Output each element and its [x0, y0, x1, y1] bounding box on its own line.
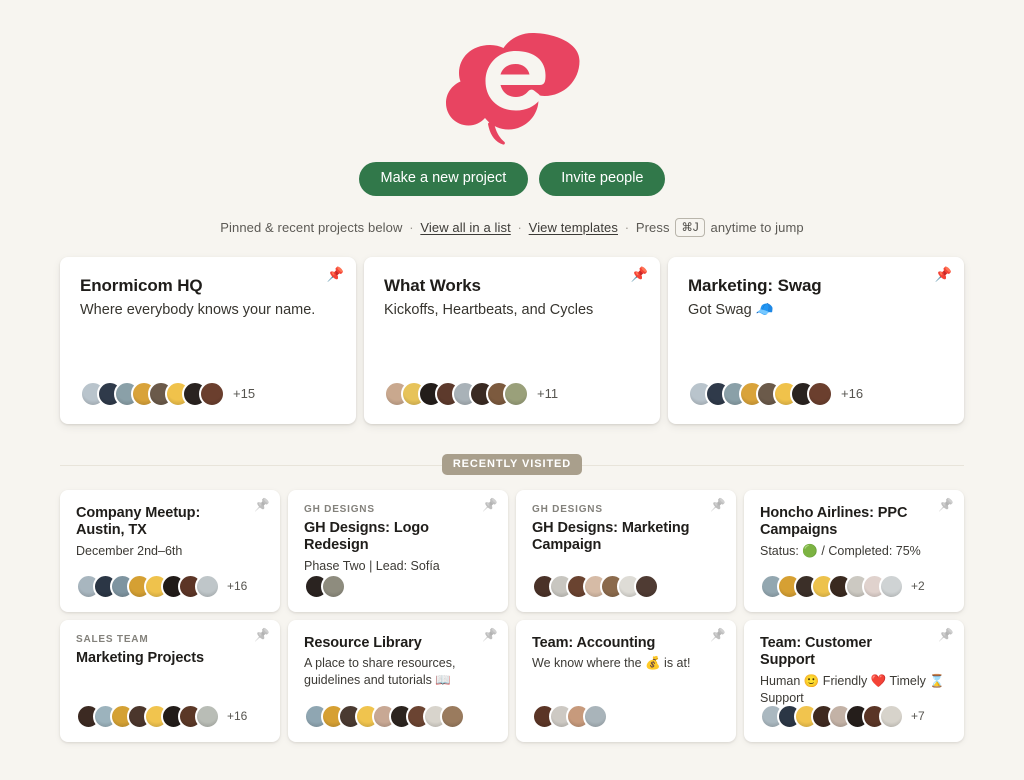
member-avatars[interactable]: +16	[76, 573, 248, 599]
project-eyebrow: GH DESIGNS	[532, 503, 603, 515]
hero-actions: Make a new project Invite people	[0, 162, 1024, 196]
view-all-in-a-list-link[interactable]: View all in a list	[420, 220, 510, 235]
subline-separator-2: ·	[517, 219, 522, 235]
pushpin-icon[interactable]: 📌	[710, 498, 726, 512]
avatar[interactable]	[321, 573, 346, 599]
avatar[interactable]	[440, 703, 465, 729]
member-overflow-count: +16	[841, 386, 864, 401]
member-overflow-count: +11	[537, 386, 559, 401]
recent-project-card[interactable]: Resource Library A place to share resour…	[288, 619, 508, 742]
project-eyebrow: SALES TEAM	[76, 633, 149, 645]
member-overflow-count: +7	[911, 709, 925, 723]
recently-visited-badge: RECENTLY VISITED	[441, 454, 583, 475]
logo-container	[0, 28, 1024, 148]
project-eyebrow: GH DESIGNS	[304, 503, 375, 515]
project-title: GH Designs: Marketing Campaign	[532, 519, 690, 554]
project-title: Marketing Projects	[76, 649, 204, 666]
subline-separator-3: ·	[624, 219, 630, 235]
avatar[interactable]	[195, 703, 220, 729]
hero-subline: Pinned & recent projects below · View al…	[0, 217, 1024, 237]
pushpin-icon[interactable]: 📌	[710, 628, 726, 642]
recent-project-card[interactable]: Team: Customer Support Human 🙂 Friendly …	[744, 619, 964, 742]
project-title: What Works	[384, 275, 481, 295]
member-overflow-count: +16	[227, 709, 248, 723]
pinned-project-card[interactable]: Enormicom HQ Where everybody knows your …	[60, 256, 356, 424]
avatar[interactable]	[583, 703, 608, 729]
avatar[interactable]	[195, 573, 220, 599]
invite-people-button[interactable]: Invite people	[539, 162, 666, 196]
project-subtitle: Human 🙂 Friendly ❤️ Timely ⌛ Support	[760, 673, 945, 705]
member-overflow-count: +16	[227, 579, 248, 593]
project-title: Enormicom HQ	[80, 275, 203, 295]
pushpin-icon[interactable]: 📌	[254, 628, 270, 642]
project-title: GH Designs: Logo Redesign	[304, 519, 429, 554]
project-title: Company Meetup: Austin, TX	[76, 504, 201, 539]
recent-project-card[interactable]: Company Meetup: Austin, TX December 2nd–…	[60, 489, 280, 612]
project-title: Team: Customer Support	[760, 634, 872, 669]
pushpin-icon[interactable]: 📌	[938, 628, 954, 642]
recent-project-card[interactable]: Team: Accounting We know where the 💰 is …	[516, 619, 736, 742]
pinned-projects-row: Enormicom HQ Where everybody knows your …	[0, 256, 1024, 424]
pinned-project-card[interactable]: What Works Kickoffs, Heartbeats, and Cyc…	[364, 256, 660, 424]
avatar[interactable]	[634, 573, 659, 599]
project-subtitle: Where everybody knows your name.	[80, 301, 316, 318]
pushpin-icon[interactable]: 📌	[327, 267, 344, 281]
subline-press-label: Press	[635, 219, 670, 235]
project-subtitle: Got Swag 🧢	[688, 301, 774, 318]
member-overflow-count: +2	[911, 579, 925, 593]
make-new-project-button[interactable]: Make a new project	[358, 162, 529, 196]
project-subtitle: Status: 🟢 / Completed: 75%	[760, 543, 921, 558]
pushpin-icon[interactable]: 📌	[935, 267, 952, 281]
section-divider: RECENTLY VISITED	[60, 454, 964, 476]
recent-project-card[interactable]: SALES TEAM Marketing Projects 📌 +16	[60, 619, 280, 742]
hero-section: Make a new project Invite people Pinned …	[0, 0, 1024, 237]
cloud-e-logo-icon	[445, 33, 579, 145]
subline-lead: Pinned & recent projects below	[220, 219, 403, 235]
recent-project-card[interactable]: GH DESIGNS GH Designs: Marketing Campaig…	[516, 489, 736, 612]
project-subtitle: A place to share resources, guidelines a…	[304, 656, 456, 687]
avatar[interactable]	[503, 380, 529, 407]
member-avatars[interactable]: +7	[760, 703, 925, 729]
member-avatars[interactable]: +15	[80, 380, 256, 407]
project-subtitle: December 2nd–6th	[76, 543, 183, 558]
recent-project-card[interactable]: Honcho Airlines: PPC Campaigns Status: 🟢…	[744, 489, 964, 612]
member-avatars[interactable]: +11	[384, 380, 559, 407]
member-avatars[interactable]	[304, 573, 346, 599]
pushpin-icon[interactable]: 📌	[482, 628, 498, 642]
avatar[interactable]	[807, 380, 833, 407]
avatar[interactable]	[879, 703, 904, 729]
member-avatars[interactable]: +2	[760, 573, 925, 599]
project-subtitle: We know where the 💰 is at!	[532, 656, 691, 671]
recently-visited-grid: Company Meetup: Austin, TX December 2nd–…	[0, 489, 1024, 742]
member-avatars[interactable]	[532, 703, 608, 729]
project-title: Marketing: Swag	[688, 275, 822, 295]
project-title: Team: Accounting	[532, 634, 656, 651]
avatar[interactable]	[879, 573, 904, 599]
member-avatars[interactable]: +16	[76, 703, 248, 729]
pushpin-icon[interactable]: 📌	[631, 267, 648, 281]
project-subtitle: Phase Two | Lead: Sofía	[304, 558, 440, 573]
member-avatars[interactable]	[532, 573, 659, 599]
pushpin-icon[interactable]: 📌	[254, 498, 270, 512]
project-title: Resource Library	[304, 634, 422, 651]
pushpin-icon[interactable]: 📌	[938, 498, 954, 512]
member-overflow-count: +15	[233, 386, 256, 401]
project-subtitle: Kickoffs, Heartbeats, and Cycles	[384, 301, 594, 318]
member-avatars[interactable]: +16	[688, 380, 864, 407]
jump-shortcut-key[interactable]: ⌘J	[675, 217, 705, 237]
member-avatars[interactable]	[304, 703, 465, 729]
subline-separator-1: ·	[409, 219, 414, 235]
pinned-project-card[interactable]: Marketing: Swag Got Swag 🧢 📌 +16	[668, 256, 964, 424]
avatar[interactable]	[199, 380, 225, 407]
app-root: Make a new project Invite people Pinned …	[0, 0, 1024, 780]
view-templates-link[interactable]: View templates	[529, 220, 618, 235]
subline-tail: anytime to jump	[710, 219, 804, 235]
pushpin-icon[interactable]: 📌	[482, 498, 498, 512]
recent-project-card[interactable]: GH DESIGNS GH Designs: Logo Redesign Pha…	[288, 489, 508, 612]
project-title: Honcho Airlines: PPC Campaigns	[760, 504, 908, 539]
